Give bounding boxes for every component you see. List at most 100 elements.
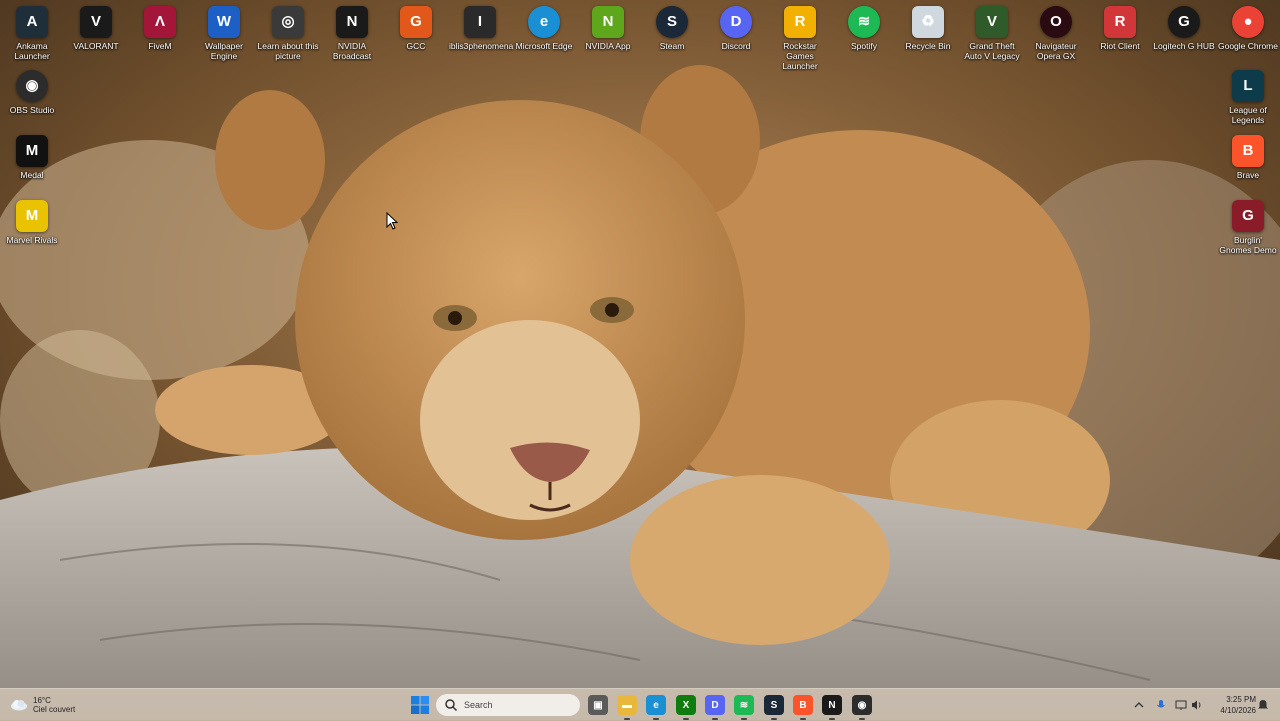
desktop-shortcut-label: VALORANT bbox=[73, 41, 119, 51]
obs-icon: ◉ bbox=[16, 70, 48, 102]
chrome-icon: ● bbox=[1232, 6, 1264, 38]
medal-icon: M bbox=[16, 135, 48, 167]
desktop-shortcut[interactable]: B Brave bbox=[1217, 131, 1279, 180]
desktop-shortcut-label: Medal bbox=[20, 170, 44, 180]
iblis-icon: I bbox=[464, 6, 496, 38]
desktop-shortcut[interactable]: ♻ Recycle Bin bbox=[897, 2, 959, 51]
logitech-ghub-icon: G bbox=[1168, 6, 1200, 38]
desktop-shortcut[interactable]: ≋ Spotify bbox=[833, 2, 895, 51]
desktop-shortcut-label: Brave bbox=[1236, 170, 1260, 180]
desktop-shortcut-label: Google Chrome bbox=[1217, 41, 1278, 51]
volume-icon[interactable] bbox=[1191, 699, 1203, 711]
desktop-shortcut-label: Ankama Launcher bbox=[14, 41, 50, 61]
taskbar-search-box[interactable]: Search bbox=[436, 694, 580, 716]
desktop-shortcut[interactable]: V VALORANT bbox=[65, 2, 127, 51]
riot-client-icon: R bbox=[1104, 6, 1136, 38]
desktop-shortcut[interactable]: A Ankama Launcher bbox=[1, 2, 63, 61]
brave-icon: B bbox=[1232, 135, 1264, 167]
desktop-shortcut[interactable]: V Grand Theft Auto V Legacy bbox=[961, 2, 1023, 61]
ankama-icon: A bbox=[16, 6, 48, 38]
desktop-shortcut[interactable]: ◎ Learn about this picture bbox=[257, 2, 319, 61]
desktop-shortcut-label: Grand Theft Auto V Legacy bbox=[964, 41, 1020, 61]
desktop-shortcut-label: League of Legends bbox=[1229, 105, 1267, 125]
nvidia-app-icon: N bbox=[592, 6, 624, 38]
desktop-shortcut-label: Riot Client bbox=[1100, 41, 1140, 51]
weather-condition: Ciel couvert bbox=[33, 705, 76, 714]
search-icon bbox=[445, 699, 458, 712]
desktop-shortcut-label: NVIDIA Broadcast bbox=[332, 41, 372, 61]
steam-icon[interactable]: S bbox=[764, 695, 784, 720]
edge-icon[interactable]: e bbox=[646, 695, 666, 720]
desktop-shortcut-label: Learn about this picture bbox=[257, 41, 319, 61]
desktop-shortcut[interactable]: M Medal bbox=[1, 131, 63, 180]
desktop-shortcut[interactable]: R Rockstar Games Launcher bbox=[769, 2, 831, 71]
desktop-shortcut-label: Navigateur Opera GX bbox=[1035, 41, 1077, 61]
desktop-shortcut[interactable]: e Microsoft Edge bbox=[513, 2, 575, 51]
recycle-bin-icon: ♻ bbox=[912, 6, 944, 38]
gta-v-icon: V bbox=[976, 6, 1008, 38]
xbox-icon[interactable]: X bbox=[676, 695, 696, 720]
desktop-shortcut-label: Microsoft Edge bbox=[515, 41, 573, 51]
desktop-shortcut[interactable]: ● Google Chrome bbox=[1217, 2, 1279, 51]
wallpaper-engine-icon: W bbox=[208, 6, 240, 38]
desktop-shortcut[interactable]: W Wallpaper Engine bbox=[193, 2, 255, 61]
desktop-shortcut-label: NVIDIA App bbox=[585, 41, 631, 51]
desktop-shortcut-label: Rockstar Games Launcher bbox=[782, 41, 818, 71]
desktop-shortcut[interactable]: Iiblis3phenomena bbox=[449, 2, 514, 51]
league-of-legends-icon: L bbox=[1232, 70, 1264, 102]
weather-widget[interactable]: 16°C Ciel couvert bbox=[10, 693, 75, 717]
burglin-gnomes-icon: G bbox=[1232, 200, 1264, 232]
task-view-icon[interactable]: ▣ bbox=[588, 695, 608, 715]
edge-icon: e bbox=[528, 6, 560, 38]
cloud-icon bbox=[11, 700, 27, 711]
desktop-shortcut-label: Wallpaper Engine bbox=[205, 41, 243, 61]
desktop-shortcut[interactable]: N NVIDIA App bbox=[577, 2, 639, 51]
discord-icon: D bbox=[720, 6, 752, 38]
desktop-shortcut[interactable]: G Burglin' Gnomes Demo bbox=[1217, 196, 1279, 255]
discord-icon[interactable]: D bbox=[705, 695, 725, 720]
weather-temperature: 16°C bbox=[33, 696, 51, 705]
valorant-icon: V bbox=[80, 6, 112, 38]
steam-icon: S bbox=[656, 6, 688, 38]
desktop-shortcut[interactable]: R Riot Client bbox=[1089, 2, 1151, 51]
search-placeholder: Search bbox=[464, 700, 493, 710]
desktop-shortcut[interactable]: L League of Legends bbox=[1217, 66, 1279, 125]
chevron-up-icon[interactable] bbox=[1133, 699, 1145, 711]
desktop-shortcut[interactable]: G GCC bbox=[385, 2, 447, 51]
desktop-shortcut[interactable]: N NVIDIA Broadcast bbox=[321, 2, 383, 61]
desktop-shortcut[interactable]: ◉ OBS Studio bbox=[1, 66, 63, 115]
desktop-shortcut[interactable]: O Navigateur Opera GX bbox=[1025, 2, 1087, 61]
desktop-shortcut[interactable]: G Logitech G HUB bbox=[1153, 2, 1215, 51]
clock-date: 4/10/2026 bbox=[1220, 706, 1256, 715]
obs-icon[interactable]: ◉ bbox=[852, 695, 872, 720]
windows-start-icon[interactable] bbox=[410, 695, 430, 715]
opera-gx-icon: O bbox=[1040, 6, 1072, 38]
file-explorer-icon[interactable]: ▬ bbox=[617, 695, 637, 720]
clock-time: 3:25 PM bbox=[1226, 695, 1256, 704]
desktop-shortcut-label: Spotify bbox=[851, 41, 877, 51]
desktop-shortcut-label: Steam bbox=[659, 41, 685, 51]
nvidia-broadcast-icon[interactable]: N bbox=[822, 695, 842, 720]
desktop-shortcut-label: OBS Studio bbox=[9, 105, 55, 115]
desktop-wallpaper bbox=[0, 0, 1280, 720]
rockstar-icon: R bbox=[784, 6, 816, 38]
desktop-shortcut-label: GCC bbox=[406, 41, 426, 51]
desktop-shortcut-label: Discord bbox=[721, 41, 751, 51]
microphone-icon[interactable] bbox=[1155, 699, 1167, 711]
desktop-shortcut[interactable]: M Marvel Rivals bbox=[1, 196, 63, 245]
desktop-shortcut-label: Recycle Bin bbox=[905, 41, 951, 51]
desktop-shortcut-label: iblis3phenomena bbox=[449, 41, 514, 51]
taskbar-clock[interactable]: 3:25 PM 4/10/2026 bbox=[1208, 694, 1256, 716]
desktop-shortcut-label: Marvel Rivals bbox=[6, 235, 58, 245]
brave-icon[interactable]: B bbox=[793, 695, 813, 720]
desktop-shortcut[interactable]: Λ FiveM bbox=[129, 2, 191, 51]
gcc-icon: G bbox=[400, 6, 432, 38]
network-icon[interactable] bbox=[1175, 699, 1187, 711]
notification-bell-icon[interactable] bbox=[1257, 699, 1269, 711]
marvel-rivals-icon: M bbox=[16, 200, 48, 232]
desktop-shortcut[interactable]: D Discord bbox=[705, 2, 767, 51]
mouse-pointer-icon bbox=[386, 212, 398, 230]
nvidia-broadcast-icon: N bbox=[336, 6, 368, 38]
spotify-icon[interactable]: ≋ bbox=[734, 695, 754, 720]
desktop-shortcut[interactable]: S Steam bbox=[641, 2, 703, 51]
